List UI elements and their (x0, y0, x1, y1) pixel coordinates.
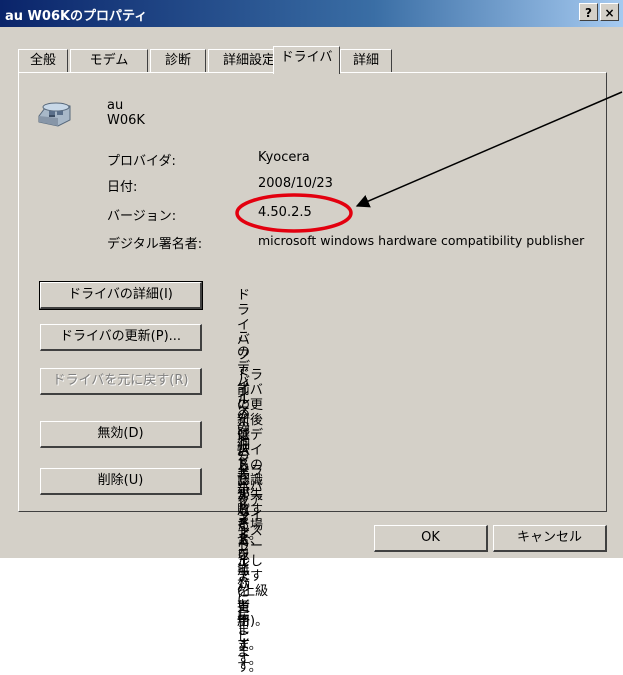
help-button[interactable]: ? (579, 3, 598, 21)
provider-value: Kyocera (258, 150, 310, 165)
tab-details[interactable]: 詳細 (340, 49, 392, 72)
rollback-driver-button[interactable]: ドライバを元に戻す(R) (40, 368, 202, 395)
date-value: 2008/10/23 (258, 176, 333, 191)
driver-details-button[interactable]: ドライバの詳細(I) (39, 281, 203, 310)
date-label: 日付: (107, 180, 138, 195)
tab-diagnostics[interactable]: 診断 (150, 49, 206, 72)
device-name: au W06K (107, 98, 145, 128)
ok-button[interactable]: OK (374, 525, 488, 552)
modem-phone-icon (38, 102, 71, 127)
cancel-button[interactable]: キャンセル (493, 525, 607, 552)
version-value: 4.50.2.5 (258, 205, 312, 220)
update-driver-button[interactable]: ドライバの更新(P)... (40, 324, 202, 351)
version-label: バージョン: (107, 209, 177, 224)
uninstall-desc: ドライバをアンインストールします (上級者用)。 (237, 464, 269, 629)
tab-modem[interactable]: モデム (70, 49, 148, 72)
signer-label: デジタル署名者: (107, 237, 203, 252)
tab-driver[interactable]: ドライバ (273, 46, 340, 74)
disable-button[interactable]: 無効(D) (40, 421, 202, 448)
properties-dialog: au W06Kのプロパティ ? × 全般 モデム 診断 詳細設定 ドライバ 詳細… (0, 0, 623, 675)
signer-value: microsoft windows hardware compatibility… (258, 233, 585, 248)
provider-label: プロバイダ: (107, 154, 176, 169)
title-bar[interactable]: au W06Kのプロパティ ? × (0, 0, 623, 27)
close-button[interactable]: × (600, 3, 619, 21)
window-title: au W06Kのプロパティ (5, 9, 148, 24)
tab-general[interactable]: 全般 (18, 49, 68, 72)
uninstall-button[interactable]: 削除(U) (40, 468, 202, 495)
